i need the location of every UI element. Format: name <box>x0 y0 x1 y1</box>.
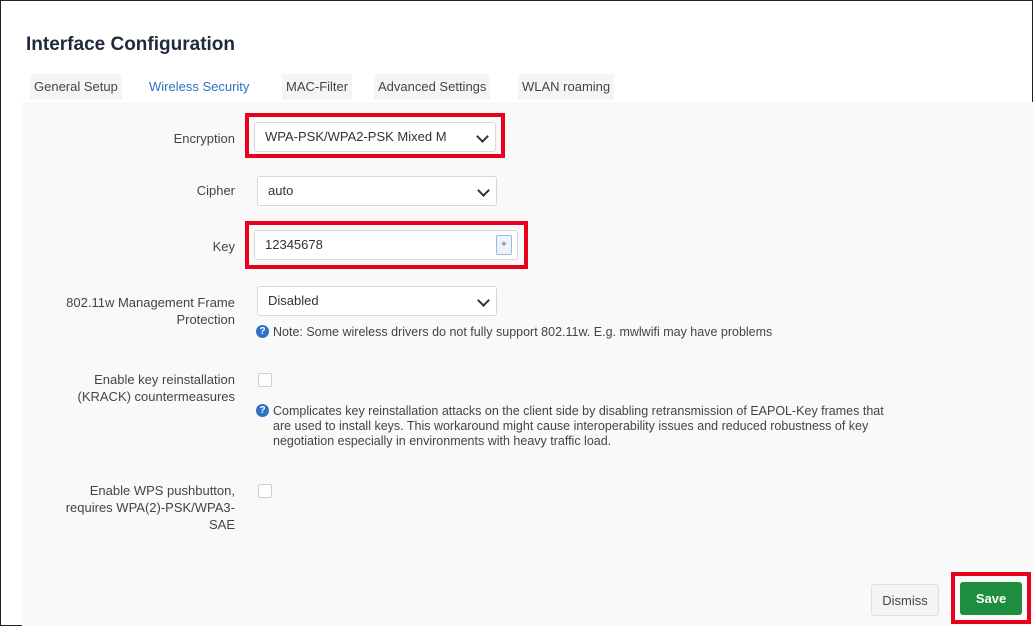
mfp-value: Disabled <box>268 293 319 308</box>
encryption-select[interactable]: WPA-PSK/WPA2-PSK Mixed M <box>254 122 496 152</box>
krack-note-line3: negotiation especially in environments w… <box>273 434 612 448</box>
krack-label-line2: (KRACK) countermeasures <box>77 389 236 404</box>
krack-note: Complicates key reinstallation attacks o… <box>273 404 1018 449</box>
save-button[interactable]: Save <box>960 582 1022 615</box>
question-circle-icon: ? <box>256 325 269 338</box>
wps-checkbox[interactable] <box>258 484 272 498</box>
key-label: Key <box>212 239 235 254</box>
tab-wlan-roaming[interactable]: WLAN roaming <box>518 74 615 100</box>
form-panel <box>22 102 1033 626</box>
encryption-label: Encryption <box>173 131 235 146</box>
mfp-label-line2: Protection <box>176 312 235 327</box>
krack-note-line1: Complicates key reinstallation attacks o… <box>273 404 884 418</box>
page-title: Interface Configuration <box>26 34 236 55</box>
wps-label-line1: Enable WPS pushbutton, <box>89 483 235 498</box>
chevron-down-icon <box>477 184 490 197</box>
mfp-note: Note: Some wireless drivers do not fully… <box>273 325 773 339</box>
wps-label-line3: SAE <box>208 517 235 532</box>
chevron-down-icon <box>476 130 489 143</box>
cipher-select[interactable]: auto <box>257 176 497 206</box>
krack-note-line2: are used to install keys. This workaroun… <box>273 419 869 433</box>
mfp-label: 802.11w Management Frame Protection <box>15 294 235 328</box>
key-input[interactable]: 12345678 <box>254 230 518 260</box>
tab-general-setup[interactable]: General Setup <box>30 74 122 100</box>
encryption-value: WPA-PSK/WPA2-PSK Mixed M <box>265 129 447 144</box>
mfp-label-line1: 802.11w Management Frame <box>66 295 235 310</box>
wps-label-line2: requires WPA(2)-PSK/WPA3- <box>65 500 235 515</box>
tab-mac-filter[interactable]: MAC-Filter <box>282 74 353 100</box>
chevron-down-icon <box>477 294 490 307</box>
key-value: 12345678 <box>265 237 323 252</box>
wps-label: Enable WPS pushbutton, requires WPA(2)-P… <box>15 482 235 533</box>
tab-wireless-security[interactable]: Wireless Security <box>145 74 254 100</box>
mfp-select[interactable]: Disabled <box>257 286 497 316</box>
cipher-value: auto <box>268 183 294 198</box>
dismiss-button[interactable]: Dismiss <box>871 584 939 616</box>
reveal-password-button[interactable]: * <box>496 235 512 255</box>
cipher-label: Cipher <box>196 183 235 198</box>
question-circle-icon: ? <box>256 404 269 417</box>
tab-bar: General Setup Wireless Security MAC-Filt… <box>22 74 1033 103</box>
tab-advanced-settings[interactable]: Advanced Settings <box>374 74 491 100</box>
krack-checkbox[interactable] <box>258 373 272 387</box>
krack-label: Enable key reinstallation (KRACK) counte… <box>15 371 236 405</box>
krack-label-line1: Enable key reinstallation <box>94 372 235 387</box>
